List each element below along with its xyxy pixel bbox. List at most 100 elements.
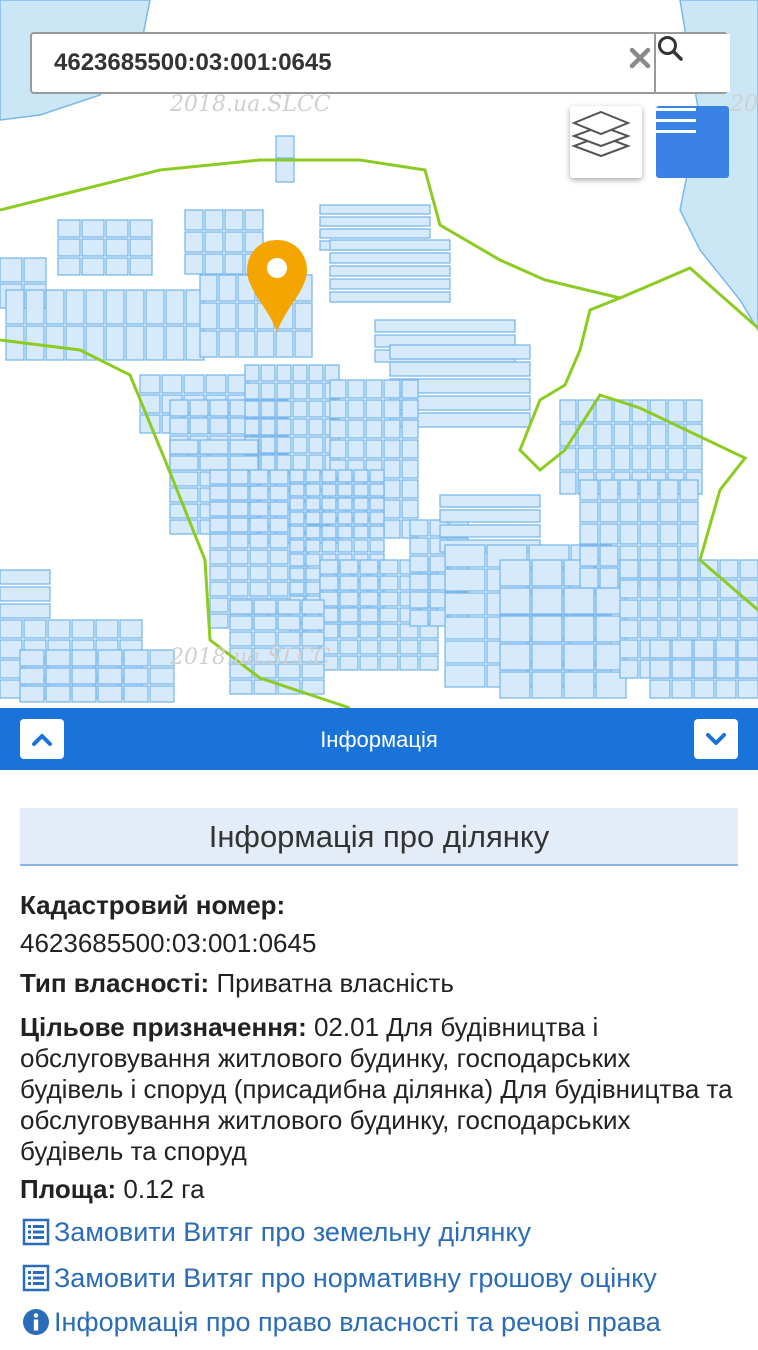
land-parcel[interactable]	[319, 559, 339, 575]
land-parcel[interactable]	[639, 599, 659, 619]
land-parcel[interactable]	[25, 289, 45, 325]
land-parcel[interactable]	[45, 289, 65, 325]
search-input[interactable]	[32, 34, 602, 92]
land-parcel[interactable]	[719, 559, 739, 579]
land-parcel[interactable]	[292, 454, 308, 472]
land-parcel[interactable]	[319, 204, 431, 215]
land-parcel[interactable]	[244, 400, 260, 418]
land-parcel[interactable]	[119, 619, 143, 639]
land-parcel[interactable]	[715, 639, 737, 659]
land-parcel[interactable]	[19, 685, 45, 703]
land-parcel[interactable]	[329, 439, 347, 459]
land-parcel[interactable]	[339, 559, 359, 575]
land-parcel[interactable]	[359, 575, 379, 591]
land-parcel[interactable]	[337, 539, 353, 553]
land-parcel[interactable]	[499, 587, 531, 615]
land-parcel[interactable]	[379, 639, 399, 655]
land-parcel[interactable]	[369, 511, 385, 525]
land-parcel[interactable]	[244, 382, 260, 400]
land-parcel[interactable]	[401, 439, 419, 459]
land-parcel[interactable]	[324, 364, 340, 382]
land-parcel[interactable]	[292, 400, 308, 418]
land-parcel[interactable]	[139, 374, 161, 394]
land-parcel[interactable]	[169, 455, 199, 471]
land-parcel[interactable]	[276, 400, 292, 418]
land-parcel[interactable]	[71, 667, 97, 685]
map-canvas[interactable]	[0, 0, 758, 708]
land-parcel[interactable]	[337, 483, 353, 497]
land-parcel[interactable]	[71, 685, 97, 703]
land-parcel[interactable]	[260, 400, 276, 418]
land-parcel[interactable]	[409, 537, 429, 555]
land-parcel[interactable]	[169, 399, 189, 417]
land-parcel[interactable]	[224, 209, 244, 231]
land-parcel[interactable]	[269, 469, 289, 485]
land-parcel[interactable]	[308, 454, 324, 472]
land-parcel[interactable]	[739, 559, 758, 579]
land-parcel[interactable]	[305, 553, 321, 567]
land-parcel[interactable]	[679, 559, 699, 579]
land-parcel[interactable]	[229, 439, 259, 455]
land-parcel[interactable]	[81, 257, 105, 276]
land-parcel[interactable]	[205, 374, 227, 394]
land-parcel[interactable]	[379, 559, 399, 575]
land-parcel[interactable]	[289, 567, 305, 581]
land-parcel[interactable]	[321, 539, 337, 553]
land-parcel[interactable]	[249, 469, 269, 485]
land-parcel[interactable]	[218, 274, 237, 302]
land-parcel[interactable]	[204, 253, 224, 275]
land-parcel[interactable]	[347, 379, 365, 399]
panel-collapse-button[interactable]	[694, 719, 738, 759]
land-parcel[interactable]	[224, 253, 244, 275]
land-parcel[interactable]	[409, 609, 429, 627]
order-valuation-extract-link[interactable]: Замовити Витяг про нормативну грошову оц…	[20, 1262, 657, 1294]
land-parcel[interactable]	[97, 667, 123, 685]
land-parcel[interactable]	[249, 533, 269, 549]
layers-button[interactable]	[570, 106, 642, 178]
land-parcel[interactable]	[305, 581, 321, 595]
land-parcel[interactable]	[97, 649, 123, 667]
land-parcel[interactable]	[276, 454, 292, 472]
land-parcel[interactable]	[289, 483, 305, 497]
land-parcel[interactable]	[599, 479, 619, 501]
land-parcel[interactable]	[499, 615, 531, 643]
land-parcel[interactable]	[292, 436, 308, 454]
land-parcel[interactable]	[184, 209, 204, 231]
land-parcel[interactable]	[619, 559, 639, 579]
land-parcel[interactable]	[199, 302, 218, 330]
land-parcel[interactable]	[253, 615, 277, 631]
land-parcel[interactable]	[719, 619, 739, 639]
land-parcel[interactable]	[229, 581, 249, 597]
land-parcel[interactable]	[563, 671, 595, 699]
land-parcel[interactable]	[0, 659, 23, 679]
land-parcel[interactable]	[260, 418, 276, 436]
land-parcel[interactable]	[249, 485, 269, 501]
land-parcel[interactable]	[260, 454, 276, 472]
land-parcel[interactable]	[276, 418, 292, 436]
land-parcel[interactable]	[639, 619, 659, 639]
land-parcel[interactable]	[613, 423, 631, 447]
land-parcel[interactable]	[189, 399, 209, 417]
land-parcel[interactable]	[183, 374, 205, 394]
land-parcel[interactable]	[321, 511, 337, 525]
land-parcel[interactable]	[401, 419, 419, 439]
land-parcel[interactable]	[649, 679, 671, 699]
land-parcel[interactable]	[229, 615, 253, 631]
land-parcel[interactable]	[659, 559, 679, 579]
land-parcel[interactable]	[19, 649, 45, 667]
land-parcel[interactable]	[301, 631, 325, 647]
land-parcel[interactable]	[444, 616, 486, 640]
land-parcel[interactable]	[347, 399, 365, 419]
land-parcel[interactable]	[347, 439, 365, 459]
land-parcel[interactable]	[719, 599, 739, 619]
land-parcel[interactable]	[204, 231, 224, 253]
land-parcel[interactable]	[639, 501, 659, 523]
ownership-rights-info-link[interactable]: Інформація про право власності та речові…	[20, 1306, 661, 1338]
land-parcel[interactable]	[359, 623, 379, 639]
land-parcel[interactable]	[321, 469, 337, 483]
land-parcel[interactable]	[0, 639, 23, 659]
land-parcel[interactable]	[275, 330, 294, 358]
land-parcel[interactable]	[563, 587, 595, 615]
land-parcel[interactable]	[531, 671, 563, 699]
menu-button[interactable]	[656, 106, 729, 178]
